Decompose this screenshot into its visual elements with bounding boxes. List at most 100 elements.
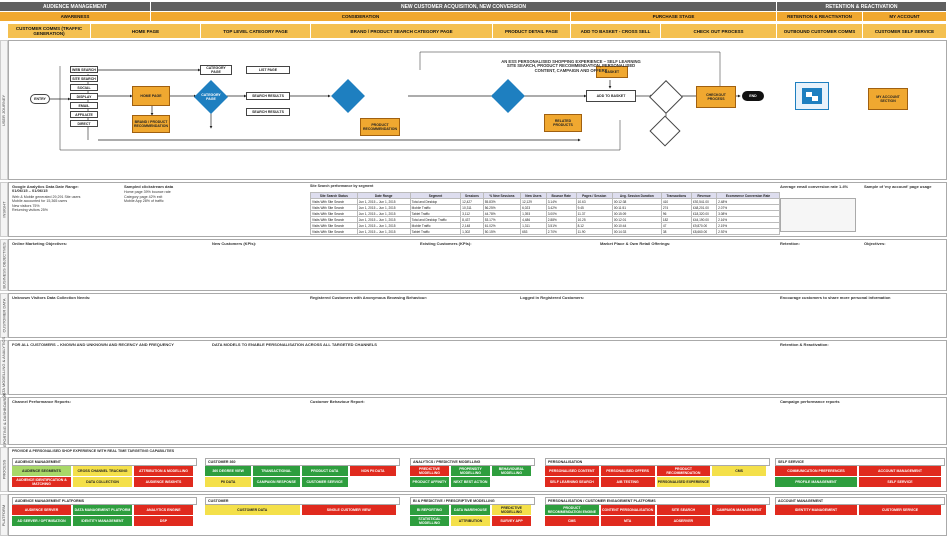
channel-email: EMAIL bbox=[70, 102, 98, 109]
existing-customer-kpis: Existing Customers (KPIs): bbox=[420, 242, 472, 246]
table-cell: 38 bbox=[660, 228, 692, 235]
group-label: PERSONALISATION bbox=[545, 458, 770, 466]
table-cell: 653 bbox=[520, 228, 547, 235]
conversion-chart bbox=[780, 198, 856, 232]
capability-box: PRODUCT DATA bbox=[301, 466, 348, 476]
channel-web-search: WEB SEARCH bbox=[70, 66, 98, 73]
retention-objectives: Retention: bbox=[780, 242, 800, 246]
workflow-icon bbox=[802, 88, 822, 104]
table-cell: 11.90 bbox=[575, 228, 613, 235]
search-results-node: SEARCH RESULTS bbox=[246, 92, 290, 100]
capability-box: AUDIENCE INSIGHTS bbox=[134, 477, 193, 487]
table-cell: 00:14:33 bbox=[611, 228, 662, 235]
online-objectives: Online Marketing Objectives: bbox=[12, 242, 68, 246]
sampled-insight: Sampled clickstream data Home page 39% b… bbox=[124, 185, 174, 204]
capability-box: PRODUCT AFFINITY bbox=[410, 477, 449, 487]
logged-in-data: Logged in Registered Customers: bbox=[520, 296, 585, 300]
group-label: AUDIENCE MANAGEMENT bbox=[12, 458, 197, 466]
side-modelling: DATA MODELLING & ANALYTICS bbox=[0, 336, 8, 399]
retention-model: Retention & Reactivation: bbox=[780, 343, 829, 347]
group-label: CUSTOMER bbox=[205, 497, 400, 505]
journey-entry: ENTRY bbox=[30, 94, 50, 104]
capability-box: ATTRIBUTION bbox=[451, 516, 490, 526]
capability-box: CAMPAIGN MANAGEMENT bbox=[712, 505, 766, 515]
capability-box: SITE SEARCH bbox=[656, 505, 711, 515]
channel-site-search: SITE SEARCH bbox=[70, 75, 98, 82]
process-title: PROVIDE A PERSONALISED SHOP EXPERIENCE W… bbox=[12, 449, 175, 453]
market-place-objectives: Market Place & Own Retail Offerings: bbox=[600, 242, 671, 246]
capability-box: AUDIENCE SERVER bbox=[12, 505, 71, 515]
capability-box: PRODUCT RECOMMENDATION ENGINE bbox=[545, 505, 599, 515]
capability-box: ATTRIBUTION & MODELLING bbox=[134, 466, 193, 476]
capability-box: DATA COLLECTION bbox=[73, 477, 132, 487]
channel-reports: Channel Performance Reports: bbox=[12, 400, 71, 404]
capability-box: 360 DEGREE VIEW bbox=[205, 466, 252, 476]
capability-box: PERSONALISED EXPERIENCE bbox=[656, 477, 711, 487]
checkout-process-node: CHECKOUT PROCESS bbox=[696, 86, 736, 108]
capability-box: SURVEY APP bbox=[492, 516, 531, 526]
capability-box: DSP bbox=[134, 516, 193, 526]
new-customer-kpis: New Customers (KPIs): bbox=[212, 242, 257, 246]
capability-box: AUDIENCE IDENTIFICATION & MATCHING bbox=[12, 477, 71, 487]
capability-box: CROSS CHANNEL TRACKING bbox=[73, 466, 132, 476]
outbound-comms-icon bbox=[795, 82, 829, 110]
capability-box: DATA MANAGEMENT PLATFORM bbox=[73, 505, 132, 515]
known-customers-model: FOR ALL CUSTOMERS – KNOWN AND UNKNOWN AN… bbox=[12, 343, 174, 347]
brand-recommendation-node: BRAND / PRODUCT RECOMMENDATION bbox=[132, 115, 170, 133]
table-row: Visits With Site Search Jun 1, 2015 – Jun… bbox=[310, 228, 780, 235]
behaviour-reports: Customer Behaviour Report: bbox=[310, 400, 365, 404]
capability-box: ACCOUNT MANAGEMENT bbox=[859, 466, 941, 476]
side-platform: PLATFORM bbox=[0, 494, 8, 536]
capability-box: TRANSACTIONAL bbox=[253, 466, 300, 476]
capability-box: PROFILE MANAGEMENT bbox=[775, 477, 857, 487]
campaign-reports: Campaign performance reports bbox=[780, 400, 840, 404]
table-cell: 1,302 bbox=[460, 228, 484, 235]
capability-box: SELF SERVICE bbox=[859, 477, 941, 487]
end-node: END bbox=[742, 91, 764, 101]
capability-box: A/B TESTING bbox=[600, 477, 655, 487]
capability-box: PERSONALISED CONTENT bbox=[545, 466, 599, 476]
capability-box: ADSERVER bbox=[656, 516, 711, 526]
table-cell: £8,660.00 bbox=[690, 228, 718, 235]
capability-box: PII DATA bbox=[205, 477, 252, 487]
capability-box: PREDICTIVE MODELLING bbox=[492, 505, 531, 515]
data-models: DATA MODELS TO ENABLE PERSONALISATION AC… bbox=[212, 343, 377, 347]
table-cell: Jun 1, 2015 – Jun 1, 2015 bbox=[356, 228, 411, 235]
capability-box: SELF LEARNING SEARCH bbox=[545, 477, 599, 487]
list-page-node: LIST PAGE bbox=[246, 66, 290, 74]
group-label: BI & PREDICTIVE / PRESCRIPTIVE MODELLING bbox=[410, 497, 535, 505]
capability-box: NON PII DATA bbox=[349, 466, 396, 476]
capability-box: ANALYTICS ENGINE bbox=[134, 505, 193, 515]
ga-insight: Google Analytics Data Date Range: 01/06/… bbox=[12, 185, 81, 213]
capability-box: PRODUCT RECOMMENDATION bbox=[656, 466, 711, 476]
channel-affiliate: AFFILIATE bbox=[70, 111, 98, 118]
side-process: PROCESS bbox=[0, 447, 8, 492]
account-insight: Sample of 'my account' page usage bbox=[864, 185, 932, 189]
table-cell: 2.70% bbox=[545, 228, 577, 235]
side-reporting: REPORTING & DASHBOARDS bbox=[0, 392, 8, 450]
group-label: SELF SERVICE bbox=[775, 458, 945, 466]
capability-box: CONTENT PERSONALISATION bbox=[600, 505, 655, 515]
capability-box: SINGLE CUSTOMER VIEW bbox=[301, 505, 396, 515]
channel-direct: DIRECT bbox=[70, 120, 98, 127]
capability-box: AD SERVER / OPTIMISATION bbox=[12, 516, 71, 526]
capability-box: CUSTOMER SERVICE bbox=[859, 505, 941, 515]
channel-display: DISPLAY bbox=[70, 93, 98, 100]
email-conversion-insight: Average email conversion rate 1.4% bbox=[780, 185, 849, 189]
capability-box: COMMUNICATION PREFERENCES bbox=[775, 466, 857, 476]
capability-box: BI REPORTING bbox=[410, 505, 449, 515]
capability-box: PROPENSITY MODELLING bbox=[451, 466, 490, 476]
personalised-experience-label: AN ESS PERSONALISED SHOPPING EXPERIENCE … bbox=[501, 60, 641, 73]
unknown-visitors-data: Unknown Visitors Data Collection Needs: bbox=[12, 296, 91, 300]
side-objectives: BUSINESS OBJECTIVES bbox=[0, 239, 8, 291]
group-label: PERSONALISATION / CUSTOMER ENGAGEMENT PL… bbox=[545, 497, 770, 505]
capability-box: AUDIENCE SEGMENTS bbox=[12, 466, 71, 476]
account-objectives: Objectives: bbox=[864, 242, 886, 246]
add-basket-node: ADD TO BASKET bbox=[586, 90, 636, 102]
site-search-table-caption: Site Search performance by segment bbox=[310, 184, 374, 188]
capability-box: CUSTOMER SERVICE bbox=[301, 477, 348, 487]
group-label: ANALYTICS / PREDICTIVE MODELLING bbox=[410, 458, 535, 466]
my-account-node: MY ACCOUNT SECTION bbox=[868, 88, 908, 110]
capability-box: DATA WAREHOUSE bbox=[451, 505, 490, 515]
capability-box: BEHAVIOURAL MODELLING bbox=[492, 466, 531, 476]
